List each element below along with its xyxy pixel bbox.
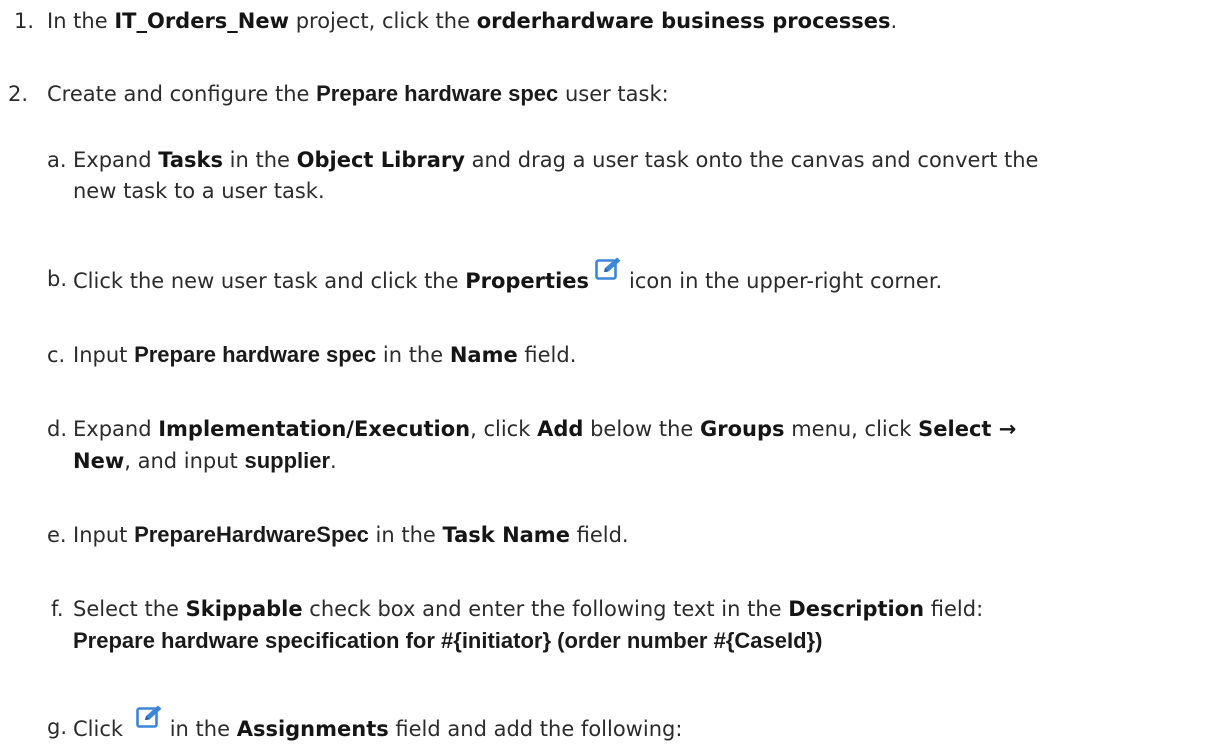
substep-text: Input PrepareHardwareSpec in the Task Na… bbox=[73, 522, 629, 547]
step-number: 1. bbox=[14, 9, 35, 33]
step-number: 2. bbox=[8, 82, 29, 106]
step-text: Create and configure the Prepare hardwar… bbox=[47, 81, 669, 106]
substep-letter: c. bbox=[47, 343, 66, 367]
substep-text: new task to a user task. bbox=[73, 179, 325, 203]
description-literal: Prepare hardware specification for #{ini… bbox=[73, 628, 823, 653]
substep-text: New, and input supplier. bbox=[73, 448, 337, 473]
business-process-name: orderhardware business processes bbox=[476, 9, 891, 33]
substep-letter: f. bbox=[51, 597, 64, 621]
task-name-literal: Prepare hardware spec bbox=[316, 81, 559, 106]
edit-pencil-icon bbox=[595, 257, 623, 290]
substep-letter: a. bbox=[47, 148, 67, 172]
substep-letter: d. bbox=[47, 417, 68, 441]
substep-text: Select the Skippable check box and enter… bbox=[73, 597, 984, 621]
substep-letter: e. bbox=[47, 523, 67, 547]
substep-text: Input Prepare hardware spec in the Name … bbox=[73, 342, 577, 367]
substep-text: Click the new user task and click the Pr… bbox=[73, 257, 942, 296]
edit-pencil-icon bbox=[135, 705, 164, 738]
step-text: In the IT_Orders_New project, click the … bbox=[47, 9, 898, 33]
substep-text: Expand Implementation/Execution, click A… bbox=[73, 417, 1017, 441]
substep-text: Expand Tasks in the Object Library and d… bbox=[73, 148, 1039, 172]
substep-letter: b. bbox=[47, 267, 68, 291]
substep-letter: g. bbox=[47, 715, 68, 739]
project-name: IT_Orders_New bbox=[114, 9, 290, 33]
substep-text: Click in the Assignments field and add t… bbox=[73, 705, 682, 744]
